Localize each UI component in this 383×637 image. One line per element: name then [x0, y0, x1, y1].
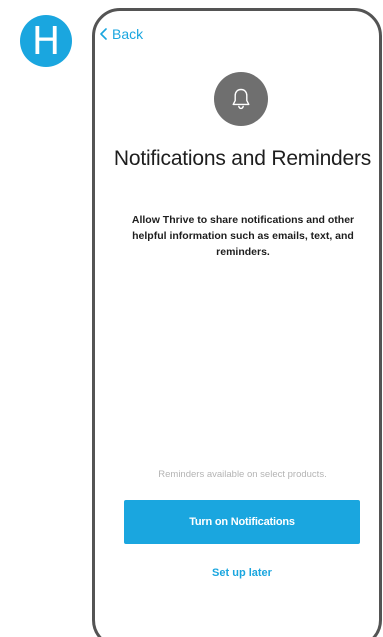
step-badge: H [20, 15, 72, 67]
notification-icon-badge [214, 72, 268, 126]
availability-note: Reminders available on select products. [158, 469, 327, 480]
permission-description: Allow Thrive to share notifications and … [131, 214, 355, 258]
back-button[interactable]: Back [100, 25, 143, 43]
set-up-later-link[interactable]: Set up later [124, 566, 360, 580]
back-label: Back [112, 26, 144, 42]
instruction-page: H Back Notifications and Reminders Allow… [0, 0, 383, 637]
page-title: Notifications and Reminders [113, 147, 372, 170]
turn-on-notifications-button[interactable]: Turn on Notifications [124, 500, 360, 544]
chevron-left-icon [100, 28, 107, 40]
bell-icon [232, 88, 250, 110]
